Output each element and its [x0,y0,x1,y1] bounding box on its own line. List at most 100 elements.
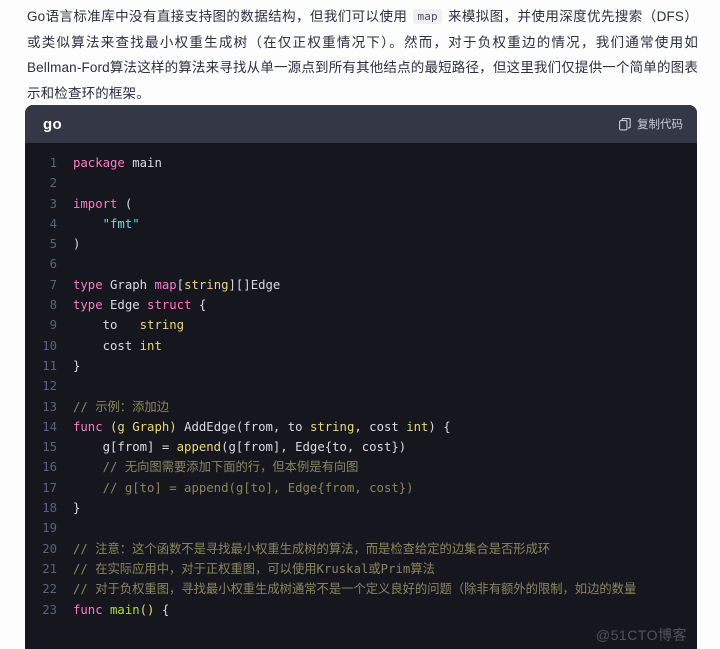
code-line: 14 func (g Graph) AddEdge(from, to string… [25,417,697,437]
code-line: 22 // 对于负权重图，寻找最小权重生成树通常不是一个定义良好的问题（除非有额外… [25,579,697,599]
inline-code-map: map [413,9,442,24]
code-line-content: } [69,498,80,518]
code-block-header: go 复制代码 [25,105,697,143]
code-line: 10 cost int [25,336,697,356]
code-token: { [191,298,207,313]
code-token: to [73,318,140,333]
code-token: type [73,277,103,292]
code-token: import [73,196,118,211]
code-line-content: } [69,356,80,376]
code-line-number: 7 [49,277,57,292]
code-line-content: g[from] = append(g[from], Edge{to, cost}… [69,437,407,457]
code-line-content [69,254,73,274]
code-line-content: // 在实际应用中，对于正权重图，可以使用Kruskal或Prim算法 [69,559,435,579]
intro-paragraph: Go语言标准库中没有直接支持图的数据结构，但我们可以使用 map 来模拟图，并使… [0,0,720,106]
code-token: int [406,419,429,434]
code-token: cost [73,338,140,353]
code-token: main [124,156,162,170]
code-line-number: 14 [42,419,57,434]
code-line-number: 3 [49,196,57,211]
code-line: 21 // 在实际应用中，对于正权重图，可以使用Kruskal或Prim算法 [25,559,697,579]
code-line: 4 "fmt" [25,214,697,234]
code-line-content: ) [69,234,80,254]
code-line: 1 package main [25,153,697,173]
code-line-number: 19 [42,521,57,536]
code-token: string [184,277,229,292]
code-line-content: // 注意：这个函数不是寻找最小权重生成树的算法，而是检查给定的边集合是否形成环 [69,539,550,559]
code-token: AddEdge(from, to [176,419,310,434]
code-line-content: // 示例：添加边 [69,397,169,417]
code-line-content: import ( [69,194,132,214]
code-line-number: 8 [49,298,57,313]
code-line: 13 // 示例：添加边 [25,397,697,417]
code-language-label: go [43,115,62,133]
code-token: (g[from], Edge{to, cost}) [221,440,407,455]
code-line: 6 [25,254,697,274]
code-line-content: to string [69,315,184,335]
code-line: 12 [25,376,697,396]
code-token: ) { [428,419,451,434]
code-token: type [73,298,103,313]
code-token: (g Graph) [110,419,177,434]
code-block-body[interactable]: 1 package main 2 3 import (4 "fmt" 5) 6 7 type G… [25,143,697,649]
code-line-number: 12 [42,379,57,394]
code-token: // 无向图需要添加下面的行，但本例是有向图 [73,460,359,475]
code-line-content [69,518,73,538]
code-token: ( [117,196,133,211]
code-line-number: 17 [42,480,57,495]
copy-icon [619,117,631,131]
code-line: 23 func main() { [25,600,697,620]
code-line-number: 21 [42,561,57,576]
copy-code-label: 复制代码 [637,119,683,131]
code-line-number: 22 [42,582,57,597]
code-token: func [73,602,103,617]
code-line-content: func (g Graph) AddEdge(from, to string, … [69,417,451,437]
code-token: Edge [102,298,148,313]
code-token: // 对于负权重图，寻找最小权重生成树通常不是一个定义良好的问题（除非有额外的限… [73,582,637,597]
code-line: 20 // 注意：这个函数不是寻找最小权重生成树的算法，而是检查给定的边集合是否形… [25,539,697,559]
code-line-number: 13 [42,399,57,414]
code-line-number: 23 [42,602,57,617]
code-line-content: cost int [69,336,162,356]
code-token: ) [73,237,81,252]
code-line-number: 4 [49,216,57,231]
code-token: () [139,602,155,617]
code-line-content: "fmt" [69,214,140,234]
code-token: string [309,419,355,434]
code-line-number: 9 [49,318,57,333]
code-line-content: // g[to] = append(g[to], Edge{from, cost… [69,478,414,498]
code-line-number: 11 [42,358,57,373]
code-token: // 示例：添加边 [73,399,169,414]
code-line: 17 // g[to] = append(g[to], Edge{from, c… [25,478,697,498]
code-line: 3 import ( [25,194,697,214]
code-token: "fmt" [102,216,140,231]
code-line: 16 // 无向图需要添加下面的行，但本例是有向图 [25,457,697,477]
code-line-number: 15 [42,440,57,455]
code-line-content [69,173,73,193]
code-line: 18} [25,498,697,518]
code-token: } [73,501,81,516]
code-line: 8 type Edge struct { [25,295,697,315]
code-token: [ [176,277,185,292]
code-line-content: // 无向图需要添加下面的行，但本例是有向图 [69,457,359,477]
code-line-content: func main() { [69,600,169,620]
code-line: 19 [25,518,697,538]
code-token: // 在实际应用中，对于正权重图，可以使用Kruskal或Prim算法 [73,561,435,576]
code-token: map [154,277,177,292]
code-line-number: 10 [42,338,57,353]
intro-text-part-1: Go语言标准库中没有直接支持图的数据结构，但我们可以使用 [27,9,412,24]
code-block: go 复制代码 1 package main 2 3 import (4 "fmt" 5)… [25,105,697,649]
code-line-content: type Graph map[string][]Edge [69,275,280,295]
code-line: 7 type Graph map[string][]Edge [25,275,697,295]
code-line-number: 16 [42,460,57,475]
code-line: 2 [25,173,697,193]
code-token: struct [147,298,192,313]
code-line-content [69,376,73,396]
code-line-number: 6 [49,257,57,272]
code-line-number: 20 [42,541,57,556]
code-token: // g[to] = append(g[to], Edge{from, cost… [73,480,414,495]
copy-code-button[interactable]: 复制代码 [619,116,683,132]
code-token: , cost [354,419,407,434]
